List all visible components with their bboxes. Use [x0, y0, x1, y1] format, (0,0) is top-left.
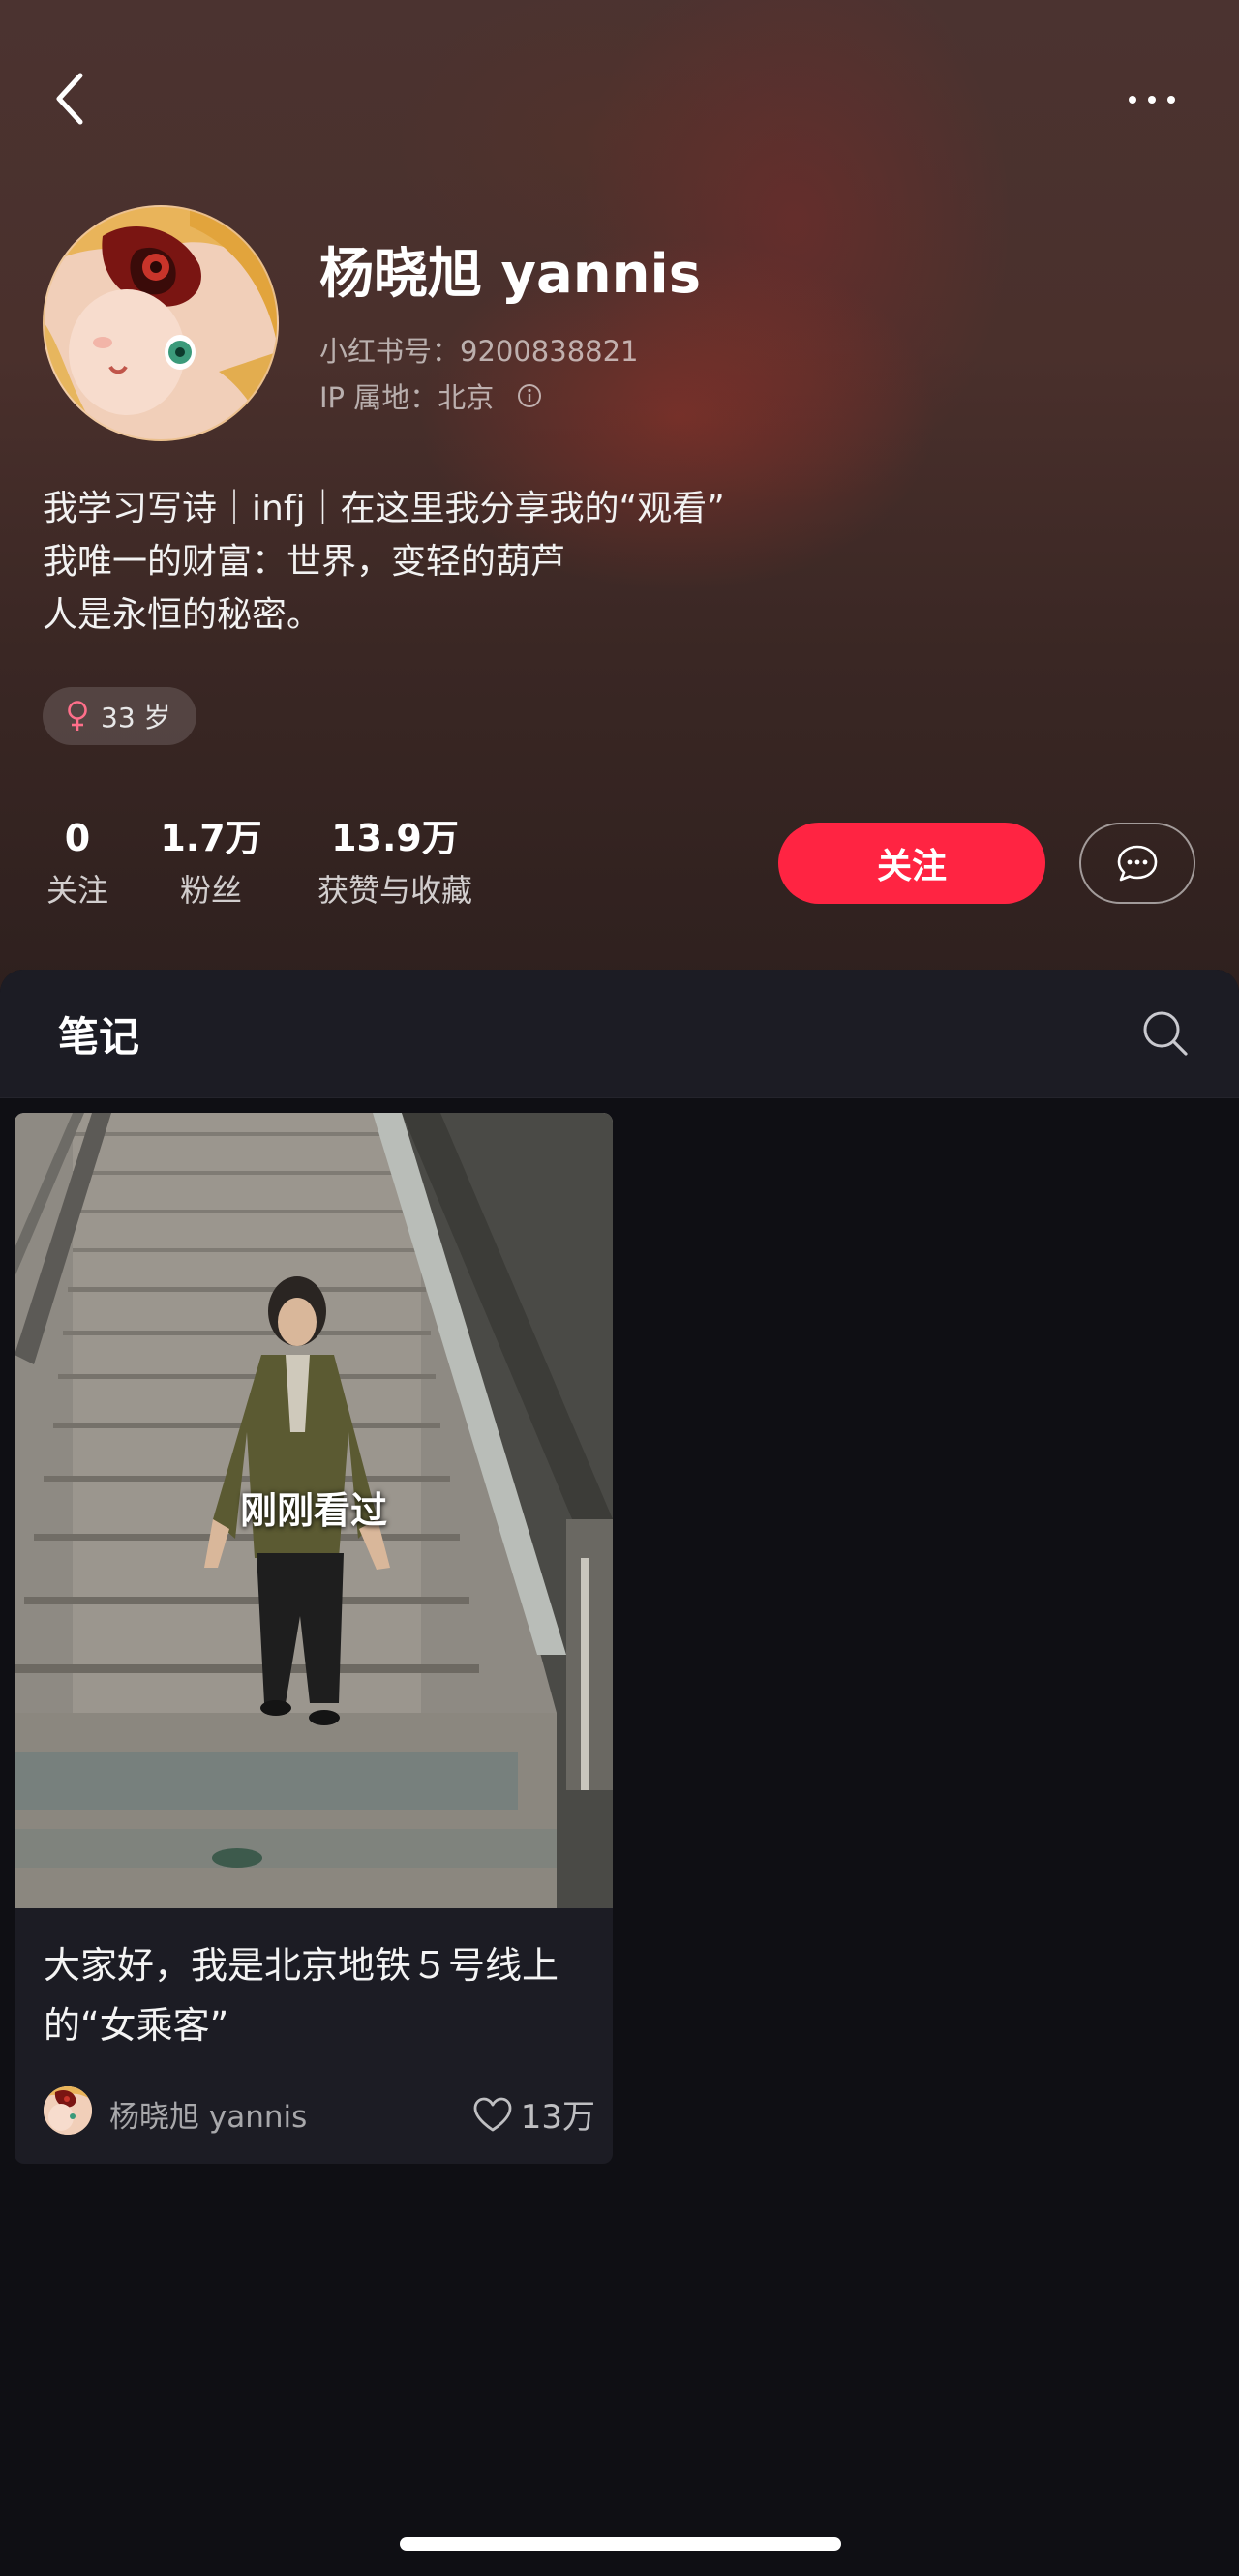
more-button[interactable]	[1113, 74, 1191, 126]
account-id: 小红书号：9200838821	[319, 335, 639, 368]
age-tag: 33 岁	[43, 687, 196, 745]
author-avatar[interactable]	[44, 2086, 92, 2135]
bio-line: 人是永恒的秘密。	[43, 595, 322, 635]
more-dots-icon	[1129, 96, 1136, 104]
ip-location-row: IP 属地：北京	[319, 375, 542, 416]
bio-line: 我学习写诗｜infj｜在这里我分享我的“观看”	[43, 489, 725, 528]
info-icon[interactable]	[517, 383, 542, 408]
stat-following[interactable]: 0 关注	[43, 815, 112, 914]
account-id-row: 小红书号：9200838821	[319, 329, 639, 370]
female-icon	[68, 701, 87, 731]
stat-label: 获赞与收藏	[317, 872, 472, 909]
chat-bubble-icon	[1117, 845, 1158, 882]
stat-label: 关注	[45, 872, 108, 909]
chevron-left-icon	[56, 73, 83, 125]
note-card[interactable]: 刚刚看过 大家好，我是北京地铁５号线上的“女乘客” 杨晓旭 yannis 13万	[15, 1113, 613, 2164]
stat-followers[interactable]: 1.7万 粉丝	[155, 815, 267, 914]
like-count: 13万	[520, 2098, 595, 2137]
search-button[interactable]	[1138, 1006, 1193, 1061]
stat-likes-collects[interactable]: 13.9万 获赞与收藏	[308, 815, 482, 914]
bio-line: 我唯一的财富：世界，变轻的葫芦	[43, 542, 566, 582]
note-footer: 杨晓旭 yannis 13万	[44, 2084, 595, 2139]
home-indicator[interactable]	[400, 2537, 841, 2551]
profile-header: 杨晓旭 yannis 小红书号：9200838821 IP 属地：北京 我学习写…	[0, 0, 1239, 1006]
ip-location: IP 属地：北京	[319, 381, 495, 414]
note-cover-image[interactable]: 刚刚看过	[15, 1113, 613, 1908]
author-name[interactable]: 杨晓旭 yannis	[109, 2092, 307, 2136]
recently-viewed-label: 刚刚看过	[239, 1489, 387, 1532]
follow-button[interactable]: 关注	[778, 823, 1045, 904]
stat-value: 1.7万	[160, 817, 262, 859]
heart-icon	[473, 2097, 512, 2131]
message-button[interactable]	[1079, 823, 1195, 904]
stat-value: 0	[64, 817, 91, 859]
avatar[interactable]	[43, 205, 279, 441]
profile-name: 杨晓旭 yannis	[319, 243, 702, 306]
like-button[interactable]: 13万	[472, 2090, 595, 2138]
profile-page: 杨晓旭 yannis 小红书号：9200838821 IP 属地：北京 我学习写…	[0, 0, 1239, 2576]
note-title[interactable]: 大家好，我是北京地铁５号线上的“女乘客”	[44, 1935, 595, 2055]
tab-bar: 笔记	[0, 970, 1239, 1098]
tab-notes[interactable]: 笔记	[58, 1004, 139, 1063]
stat-label: 粉丝	[179, 872, 242, 909]
search-icon	[1143, 1011, 1188, 1056]
bio: 我学习写诗｜infj｜在这里我分享我的“观看” 我唯一的财富：世界，变轻的葫芦 …	[43, 482, 725, 642]
avatar-illustration	[45, 207, 277, 439]
stat-value: 13.9万	[331, 817, 459, 859]
age-label: 33 岁	[101, 702, 171, 734]
back-button[interactable]	[43, 60, 97, 137]
notes-panel: 笔记 刚刚看过 大家好，我是北京地铁５号线上的“女乘客” 杨晓旭 yannis …	[0, 970, 1239, 2576]
